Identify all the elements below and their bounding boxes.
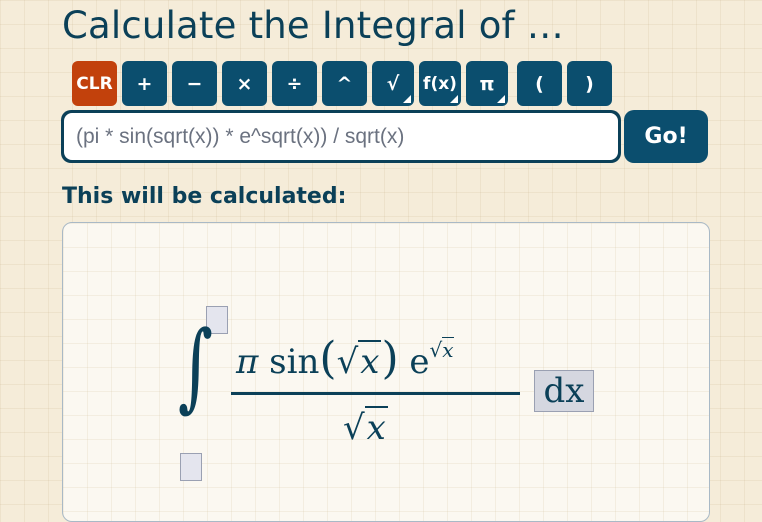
exponent-sqrt-symbol: √	[429, 338, 443, 362]
denominator: √x	[343, 406, 388, 448]
denominator-sqrt-symbol: √	[343, 408, 365, 448]
clear-button[interactable]: CLR	[72, 61, 117, 106]
pi-symbol: π	[236, 342, 259, 382]
pi-button[interactable]: π	[466, 61, 508, 106]
differential-placeholder[interactable]: dx	[534, 370, 594, 412]
minus-button[interactable]: −	[172, 61, 217, 106]
dropdown-corner-icon	[403, 95, 411, 103]
dropdown-corner-icon	[497, 95, 505, 103]
preview-heading: This will be calculated:	[62, 184, 347, 209]
numerator: π sin(√x) e√x	[236, 333, 454, 384]
lower-limit-placeholder[interactable]	[180, 453, 202, 481]
euler-e: e	[409, 342, 430, 382]
open-paren-button[interactable]: (	[517, 61, 562, 106]
differential-label: dx	[543, 371, 585, 411]
function-button[interactable]: f(x)	[419, 61, 461, 106]
integral-sign: ∫	[178, 310, 214, 422]
plus-button[interactable]: +	[122, 61, 167, 106]
function-button-label: f(x)	[423, 73, 457, 94]
sqrt-argument-x: x	[358, 340, 382, 382]
exponent: √x	[429, 337, 454, 362]
go-button[interactable]: Go!	[624, 110, 708, 163]
sqrt-button-label: √	[386, 72, 400, 95]
sqrt-button[interactable]: √	[372, 61, 414, 106]
sin-function: sin	[269, 342, 320, 382]
denominator-x: x	[364, 406, 388, 448]
fraction-bar	[231, 392, 520, 395]
multiply-button[interactable]: ×	[222, 61, 267, 106]
page-title: Calculate the Integral of …	[62, 4, 564, 47]
exponent-x: x	[442, 337, 454, 362]
dropdown-corner-icon	[450, 95, 458, 103]
pi-button-label: π	[479, 72, 495, 95]
sqrt-symbol: √	[336, 342, 359, 382]
close-paren: )	[381, 333, 399, 384]
open-paren: (	[319, 333, 337, 384]
expression-input[interactable]	[64, 113, 618, 160]
expression-field-wrapper	[61, 110, 621, 163]
power-button[interactable]: ^	[322, 61, 367, 106]
close-paren-button[interactable]: )	[567, 61, 612, 106]
divide-button[interactable]: ÷	[272, 61, 317, 106]
